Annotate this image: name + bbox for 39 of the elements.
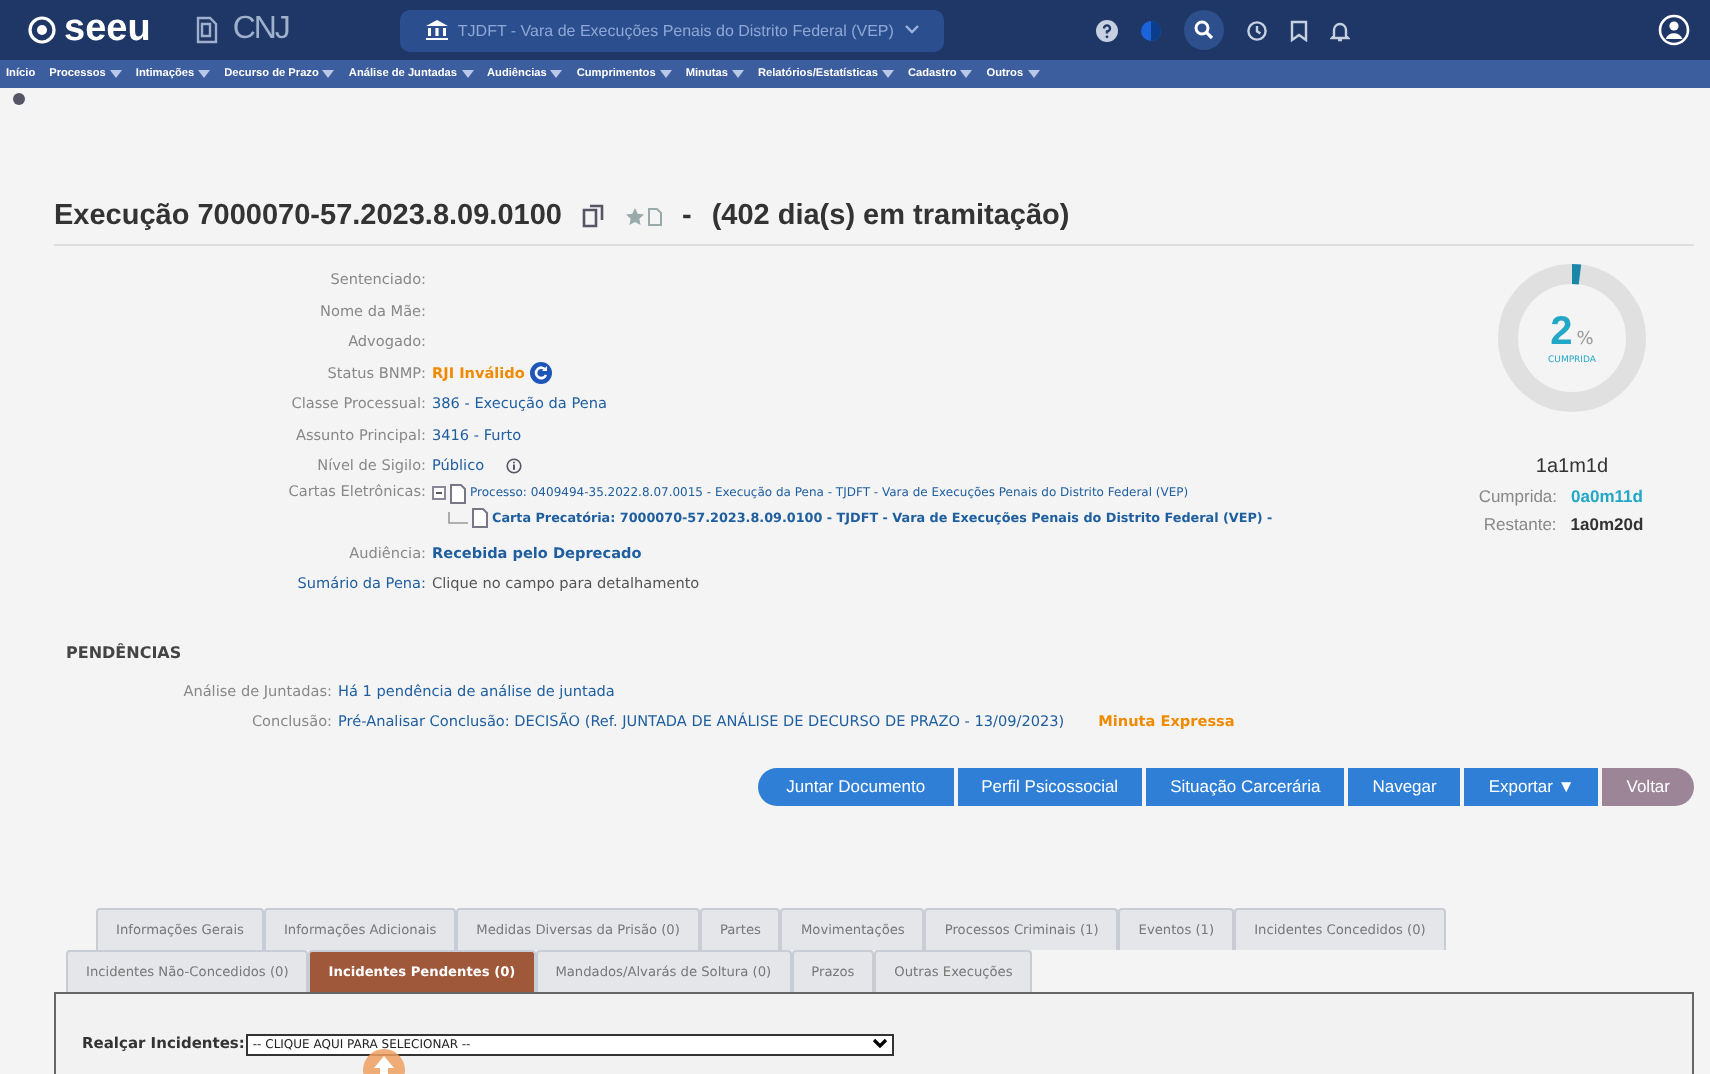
document-icon: [194, 16, 221, 44]
building-icon: [425, 20, 448, 40]
court-selector[interactable]: TJDFT - Vara de Execuções Penais do Distrito Federal (VEP): [400, 9, 945, 51]
time-label: Restante:: [1481, 514, 1557, 534]
action-button[interactable]: Voltar: [1602, 767, 1694, 805]
action-button[interactable]: Exportar ▼: [1464, 767, 1599, 805]
time-value: 0a0m11d: [1571, 486, 1643, 506]
time-label: Cumprida:: [1476, 486, 1558, 506]
section-heading: PENDÊNCIAS: [66, 643, 184, 661]
search-button[interactable]: [1184, 10, 1225, 50]
action-button[interactable]: Perfil Psicossocial: [957, 767, 1143, 805]
percent-value: 2: [1550, 310, 1573, 354]
time-value: 1a0m20d: [1570, 514, 1644, 534]
help-icon[interactable]: [1096, 19, 1119, 41]
logo-text: seeu: [64, 8, 151, 52]
refresh-icon[interactable]: [530, 361, 553, 384]
chevron-down-icon: [903, 24, 920, 36]
separator-text: -: [681, 200, 692, 232]
app-logo[interactable]: seeu: [28, 8, 151, 52]
bell-icon[interactable]: [1330, 19, 1351, 41]
tree-branch-icon: [448, 511, 468, 523]
action-button[interactable]: Navegar: [1348, 767, 1461, 805]
org-logo: CNJ: [232, 12, 289, 48]
total-time: 1a1m1d: [1535, 456, 1609, 478]
process-title: Execução 7000070-57.2023.8.09.0100: [54, 200, 562, 232]
days-text: (402 dia(s) em tramitação): [711, 200, 1070, 232]
bookmark-icon[interactable]: [1290, 19, 1309, 41]
user-avatar-icon[interactable]: [1658, 14, 1690, 46]
logo-icon: [28, 16, 56, 44]
collapse-icon[interactable]: [432, 486, 446, 500]
star-icon[interactable]: [625, 207, 644, 225]
info-icon[interactable]: [506, 457, 523, 474]
history-icon[interactable]: [1246, 19, 1269, 41]
search-icon: [1194, 20, 1215, 40]
action-button[interactable]: Juntar Documento: [758, 767, 954, 805]
action-button[interactable]: Situação Carcerária: [1146, 767, 1345, 805]
copy-icon[interactable]: [581, 204, 606, 228]
chevron-down-icon: [872, 1038, 889, 1050]
percent-unit: %: [1576, 330, 1594, 350]
